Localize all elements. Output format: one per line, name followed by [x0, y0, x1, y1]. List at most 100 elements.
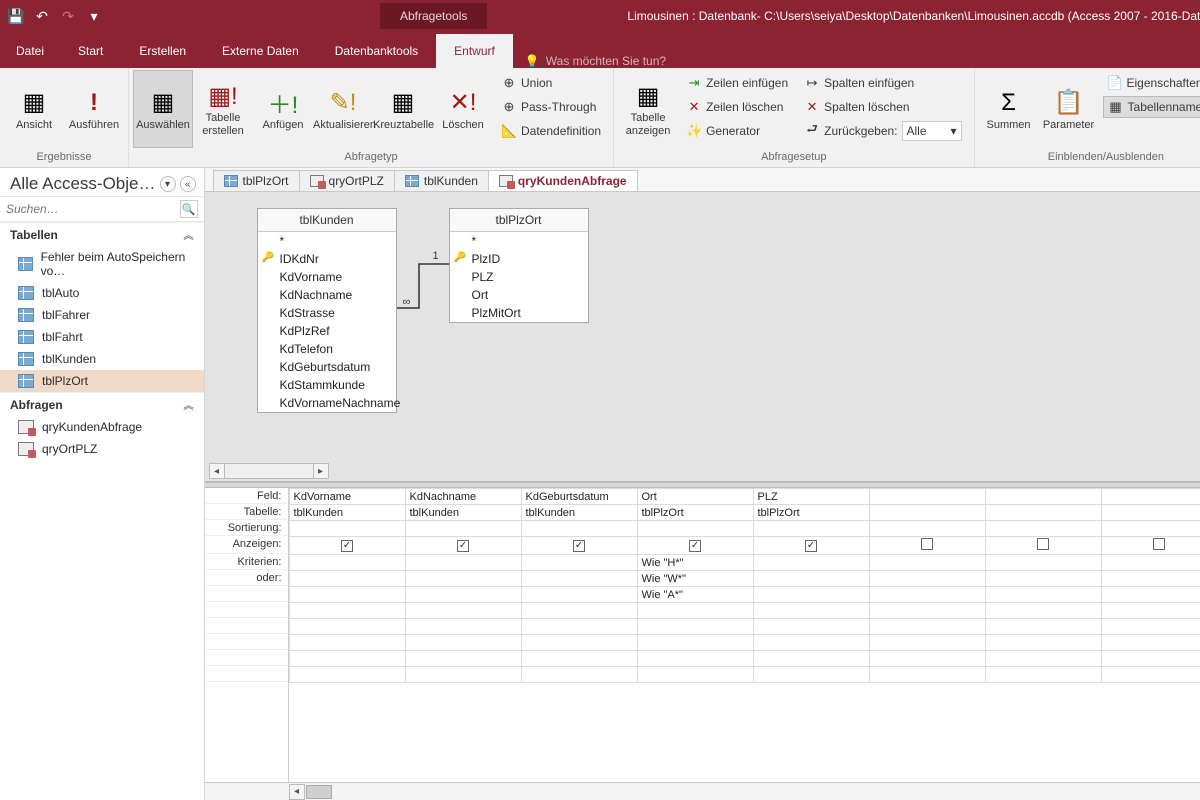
field-item[interactable]: *	[450, 232, 588, 250]
summen-button[interactable]: ΣSummen	[979, 70, 1039, 148]
tab-entwurf[interactable]: Entwurf	[436, 34, 513, 68]
show-checkbox[interactable]: ✓	[341, 540, 353, 552]
show-checkbox[interactable]: ✓	[689, 540, 701, 552]
zeilen-einfuegen-button[interactable]: ⇥Zeilen einfügen	[682, 72, 792, 94]
qat-customize-button[interactable]: ▾	[84, 6, 104, 26]
qbe-cell[interactable]: ✓	[521, 537, 637, 555]
nav-item[interactable]: qryKundenAbfrage	[0, 416, 204, 438]
qbe-cell[interactable]	[521, 587, 637, 603]
qbe-cell[interactable]	[289, 651, 405, 667]
qbe-cell[interactable]	[289, 603, 405, 619]
qbe-cell[interactable]	[1101, 489, 1200, 505]
qbe-cell[interactable]: KdGeburtsdatum	[521, 489, 637, 505]
field-item[interactable]: KdPlzRef	[258, 322, 396, 340]
spalten-einfuegen-button[interactable]: ↦Spalten einfügen	[800, 72, 965, 94]
spalten-loeschen-button[interactable]: ✕Spalten löschen	[800, 96, 965, 118]
nav-item[interactable]: qryOrtPLZ	[0, 438, 204, 460]
qbe-cell[interactable]	[289, 667, 405, 683]
nav-header[interactable]: Alle Access-Obje… ▾ «	[0, 168, 204, 197]
qbe-cell[interactable]	[637, 619, 753, 635]
qbe-cell[interactable]	[869, 521, 985, 537]
tabelle-erstellen-button[interactable]: ▦!Tabelle erstellen	[193, 70, 253, 148]
tabelle-anzeigen-button[interactable]: ▦Tabelle anzeigen	[618, 70, 678, 148]
search-icon[interactable]: 🔍	[180, 200, 198, 218]
qbe-cell[interactable]	[753, 603, 869, 619]
qbe-cell[interactable]	[637, 635, 753, 651]
qbe-cell[interactable]	[869, 619, 985, 635]
qbe-cell[interactable]	[1101, 619, 1200, 635]
qbe-cell[interactable]	[985, 521, 1101, 537]
qbe-cell[interactable]	[1101, 571, 1200, 587]
scroll-track[interactable]	[333, 784, 1200, 800]
tab-externe-daten[interactable]: Externe Daten	[204, 34, 317, 68]
zurueckgeben-select[interactable]: Alle▾	[902, 121, 962, 141]
parameter-button[interactable]: 📋Parameter	[1039, 70, 1099, 148]
zurueckgeben-control[interactable]: ⮐Zurückgeben: Alle▾	[800, 120, 965, 142]
loeschen-button[interactable]: ✕!Löschen	[433, 70, 493, 148]
qbe-cell[interactable]	[289, 619, 405, 635]
qbe-cell[interactable]	[753, 521, 869, 537]
nav-group-header[interactable]: Tabellen︽	[0, 222, 204, 246]
qbe-cell[interactable]	[869, 555, 985, 571]
field-item[interactable]: KdStrasse	[258, 304, 396, 322]
qbe-cell[interactable]	[405, 635, 521, 651]
generator-button[interactable]: ✨Generator	[682, 120, 792, 142]
field-item[interactable]: PlzID	[450, 250, 588, 268]
qbe-cell[interactable]: tblKunden	[405, 505, 521, 521]
qbe-cell[interactable]: tblPlzOrt	[753, 505, 869, 521]
document-tab[interactable]: tblPlzOrt	[213, 170, 300, 191]
qbe-cell[interactable]	[521, 619, 637, 635]
field-item[interactable]: Ort	[450, 286, 588, 304]
table-box-header[interactable]: tblKunden	[258, 209, 396, 232]
qbe-cell[interactable]	[985, 619, 1101, 635]
qbe-cell[interactable]: ✓	[753, 537, 869, 555]
qbe-cell[interactable]: tblPlzOrt	[637, 505, 753, 521]
qbe-cell[interactable]: tblKunden	[521, 505, 637, 521]
qbe-cell[interactable]	[753, 587, 869, 603]
qbe-cell[interactable]	[1101, 521, 1200, 537]
qbe-cell[interactable]	[869, 571, 985, 587]
qbe-cell[interactable]	[985, 651, 1101, 667]
show-checkbox[interactable]: ✓	[457, 540, 469, 552]
datendefinition-button[interactable]: 📐Datendefinition	[497, 120, 605, 142]
field-item[interactable]: KdStammkunde	[258, 376, 396, 394]
qbe-cell[interactable]	[985, 505, 1101, 521]
nav-item[interactable]: tblKunden	[0, 348, 204, 370]
nav-item[interactable]: tblPlzOrt	[0, 370, 204, 392]
scroll-left-icon[interactable]: ◂	[289, 784, 305, 800]
field-item[interactable]: KdVornameNachname	[258, 394, 396, 412]
show-checkbox[interactable]: ✓	[573, 540, 585, 552]
qbe-cell[interactable]	[985, 489, 1101, 505]
qbe-cell[interactable]	[1101, 651, 1200, 667]
redo-button[interactable]: ↷	[58, 6, 78, 26]
field-item[interactable]: IDKdNr	[258, 250, 396, 268]
nav-search-input[interactable]	[6, 202, 180, 216]
undo-button[interactable]: ↶	[32, 6, 52, 26]
qbe-cell[interactable]	[521, 635, 637, 651]
qbe-cell[interactable]	[869, 603, 985, 619]
qbe-cell[interactable]	[753, 555, 869, 571]
field-item[interactable]: KdNachname	[258, 286, 396, 304]
tab-start[interactable]: Start	[60, 34, 121, 68]
qbe-cell[interactable]	[985, 537, 1101, 555]
qbe-cell[interactable]: ✓	[637, 537, 753, 555]
qbe-cell[interactable]	[869, 489, 985, 505]
scroll-track[interactable]	[225, 463, 313, 479]
qbe-cell[interactable]	[405, 587, 521, 603]
tab-erstellen[interactable]: Erstellen	[121, 34, 204, 68]
show-checkbox[interactable]	[921, 538, 933, 550]
qbe-cell[interactable]	[985, 667, 1101, 683]
aktualisieren-button[interactable]: ✎!Aktualisieren	[313, 70, 373, 148]
qbe-cell[interactable]	[985, 603, 1101, 619]
qbe-cell[interactable]	[405, 619, 521, 635]
nav-item[interactable]: tblAuto	[0, 282, 204, 304]
tell-me-search[interactable]: 💡	[513, 54, 758, 68]
save-button[interactable]: 💾	[6, 6, 26, 26]
qbe-cell[interactable]	[405, 603, 521, 619]
ausfuehren-button[interactable]: ! Ausführen	[64, 70, 124, 148]
field-item[interactable]: KdGeburtsdatum	[258, 358, 396, 376]
nav-search[interactable]: 🔍	[0, 197, 204, 222]
qbe-cell[interactable]: PLZ	[753, 489, 869, 505]
qbe-cell[interactable]	[1101, 603, 1200, 619]
qbe-cell[interactable]	[1101, 555, 1200, 571]
